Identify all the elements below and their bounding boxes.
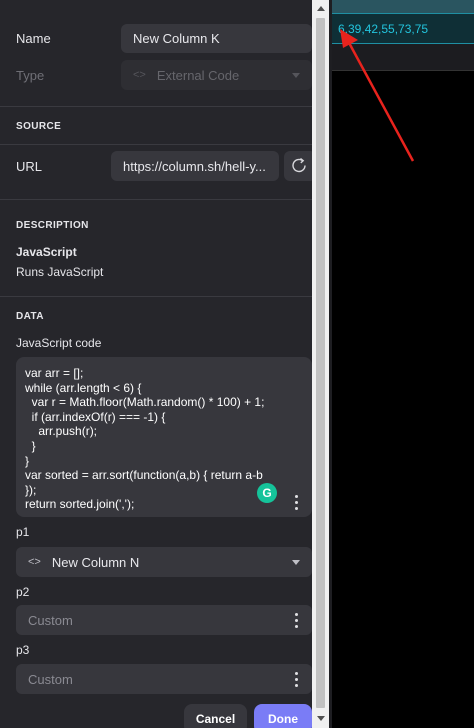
p1-label: p1: [16, 525, 30, 539]
refresh-icon: [292, 157, 306, 173]
p3-input[interactable]: Custom: [16, 664, 312, 694]
data-divider: [0, 296, 312, 297]
name-label: Name: [16, 31, 51, 46]
description-name: JavaScript: [16, 245, 77, 259]
data-title: DATA: [16, 311, 44, 322]
description-divider: [0, 199, 312, 200]
code-brackets-icon: <>: [133, 69, 146, 81]
p2-label: p2: [16, 585, 30, 599]
grid-cell-empty[interactable]: [329, 44, 474, 71]
refresh-button[interactable]: [284, 151, 312, 181]
source-title: SOURCE: [16, 121, 62, 132]
done-button[interactable]: Done: [254, 704, 312, 728]
scroll-up-icon[interactable]: [317, 6, 325, 11]
type-select-value: External Code: [156, 67, 240, 83]
source-divider-2: [0, 144, 312, 145]
grid-divider: [329, 0, 332, 728]
p1-select-value: New Column N: [51, 554, 140, 570]
type-select[interactable]: <> External Code: [121, 60, 312, 90]
chevron-down-icon: [292, 560, 300, 565]
p2-input[interactable]: Custom: [16, 605, 312, 635]
grid-header-row: [329, 0, 474, 13]
scroll-down-icon[interactable]: [317, 716, 325, 721]
p2-more-icon[interactable]: [294, 613, 298, 628]
p2-placeholder: Custom: [28, 612, 73, 628]
grid-cell[interactable]: 6,39,42,55,73,75: [329, 13, 474, 44]
panel-scrollbar[interactable]: [312, 0, 329, 728]
chevron-down-icon: [292, 73, 300, 78]
name-input-value: New Column K: [133, 31, 220, 46]
p3-placeholder: Custom: [28, 671, 73, 687]
url-input[interactable]: https://column.sh/hell-y...: [111, 151, 279, 181]
type-label: Type: [16, 68, 45, 83]
code-label: JavaScript code: [16, 336, 102, 350]
data-grid: 6,39,42,55,73,75: [329, 0, 474, 728]
scrollbar-thumb[interactable]: [316, 18, 325, 708]
grammarly-icon[interactable]: G: [257, 483, 277, 503]
code-more-icon[interactable]: [294, 495, 298, 510]
source-divider: [0, 106, 312, 107]
url-input-value: https://column.sh/hell-y...: [123, 158, 266, 174]
p3-label: p3: [16, 643, 30, 657]
p1-select[interactable]: <> New Column N: [16, 547, 312, 577]
description-title: DESCRIPTION: [16, 220, 89, 231]
grid-cell-value: 6,39,42,55,73,75: [338, 21, 429, 36]
column-settings-panel: Name New Column K Type <> External Code …: [0, 0, 312, 728]
code-brackets-icon: <>: [28, 556, 41, 568]
p3-more-icon[interactable]: [294, 672, 298, 687]
description-text: Runs JavaScript: [16, 265, 104, 279]
name-input[interactable]: New Column K: [121, 24, 312, 53]
cancel-button[interactable]: Cancel: [184, 704, 247, 728]
url-label: URL: [16, 159, 43, 174]
